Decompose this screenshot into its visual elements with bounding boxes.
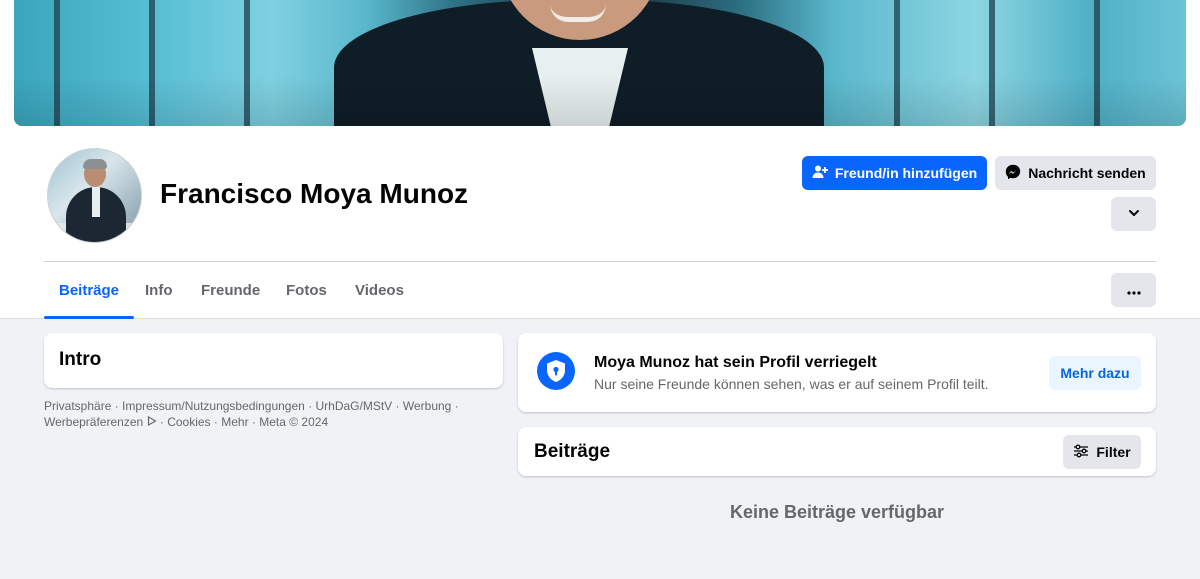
chevron-down-icon: [1128, 206, 1140, 222]
profile-locked-notice: Moya Munoz hat sein Profil verriegelt Nu…: [518, 333, 1156, 412]
intro-title: Intro: [59, 349, 102, 370]
tab-fotos[interactable]: Fotos: [271, 262, 342, 318]
locked-notice-title: Moya Munoz hat sein Profil verriegelt: [594, 354, 877, 371]
footer-separator: ·: [392, 399, 403, 413]
footer-link-privacy[interactable]: Privatsphäre: [44, 399, 111, 413]
footer-separator: ·: [248, 414, 260, 429]
more-options-button[interactable]: [1111, 273, 1156, 307]
cover-shadow: [14, 0, 1186, 126]
shield-lock-icon: [537, 352, 575, 390]
tab-info[interactable]: Info: [130, 262, 188, 318]
posts-card: Beiträge Filter: [518, 427, 1156, 476]
filter-button[interactable]: Filter: [1063, 435, 1141, 469]
cover-photo[interactable]: [14, 0, 1186, 126]
filter-label: Filter: [1096, 444, 1131, 460]
locked-notice-subtitle: Nur seine Freunde können sehen, was er a…: [594, 376, 989, 392]
learn-more-button[interactable]: Mehr dazu: [1049, 356, 1141, 390]
footer-separator: ·: [156, 414, 168, 429]
avatar-shirt: [92, 187, 100, 217]
avatar[interactable]: [47, 148, 142, 243]
footer-link-more[interactable]: Mehr: [221, 415, 248, 429]
footer-links: Privatsphäre · Impressum/Nutzungsbedingu…: [44, 399, 484, 430]
ad-choices-icon: [147, 415, 157, 429]
footer-separator: ·: [111, 399, 123, 413]
tab-videos[interactable]: Videos: [340, 262, 419, 318]
send-message-label: Nachricht senden: [1028, 165, 1146, 181]
intro-card: Intro: [44, 333, 503, 388]
posts-title: Beiträge: [534, 441, 611, 462]
profile-header: Francisco Moya Munoz Freund/in hinzufüge…: [0, 0, 1200, 319]
footer-link-ad-preferences[interactable]: Werbepräferenzen: [44, 415, 143, 429]
footer-link-imprint[interactable]: Impressum/Nutzungsbedingungen: [122, 399, 305, 413]
send-message-button[interactable]: Nachricht senden: [995, 156, 1156, 190]
profile-name: Francisco Moya Munoz: [160, 178, 469, 209]
footer-separator: ·: [451, 399, 459, 413]
footer-link-ads[interactable]: Werbung: [403, 399, 451, 413]
footer-separator: ·: [210, 414, 222, 429]
messenger-icon: [1005, 164, 1021, 183]
footer-link-cookies[interactable]: Cookies: [167, 415, 210, 429]
more-horizontal-icon: [1126, 282, 1141, 298]
sliders-icon: [1073, 444, 1089, 461]
footer-link-urhdag[interactable]: UrhDaG/MStV: [316, 399, 393, 413]
person-add-icon: [812, 164, 828, 183]
avatar-hair: [83, 159, 107, 169]
tab-beitraege[interactable]: Beiträge: [44, 262, 135, 319]
add-friend-label: Freund/in hinzufügen: [834, 165, 978, 181]
footer-separator: ·: [304, 399, 316, 413]
no-posts-message: Keine Beiträge verfügbar: [729, 502, 945, 522]
tab-freunde[interactable]: Freunde: [186, 262, 275, 318]
add-friend-button[interactable]: Freund/in hinzufügen: [802, 156, 987, 190]
expand-button[interactable]: [1111, 197, 1156, 231]
footer-copyright: Meta © 2024: [259, 414, 329, 429]
